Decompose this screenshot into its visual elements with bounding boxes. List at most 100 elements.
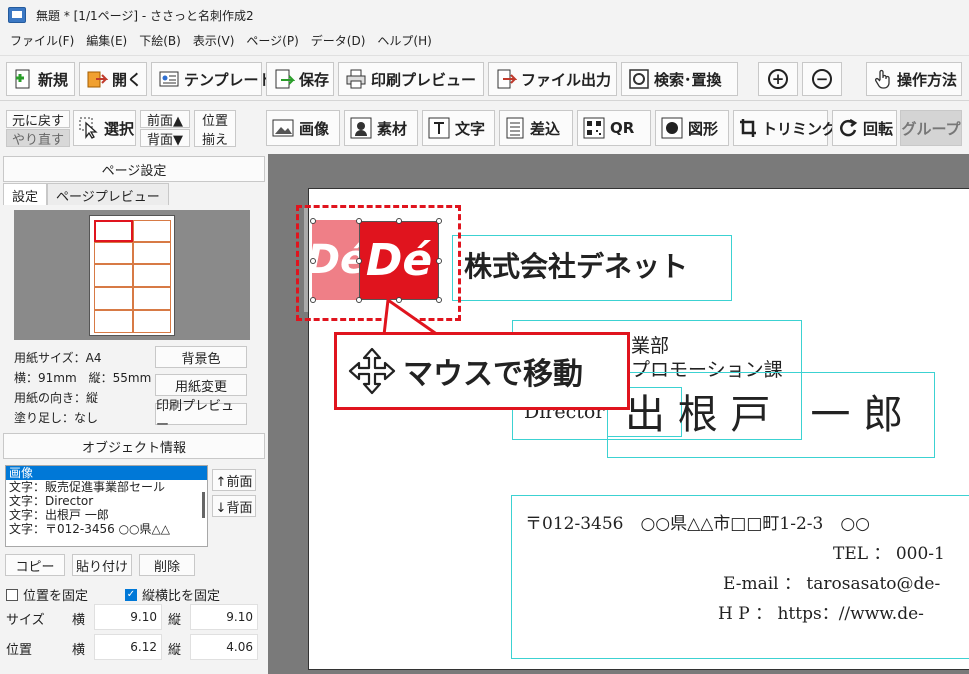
menu-edit[interactable]: 編集(E) bbox=[80, 32, 133, 49]
card-slot[interactable] bbox=[94, 310, 133, 333]
size-height-input[interactable]: 9.10 bbox=[190, 604, 258, 630]
hp-line[interactable]: H P ： https：//www.de- bbox=[718, 599, 924, 624]
card-slot-selected[interactable] bbox=[94, 220, 133, 242]
object-back-button[interactable]: ↓背面 bbox=[212, 495, 256, 517]
hand-pointer-icon bbox=[873, 68, 893, 90]
material-button[interactable]: 素材 bbox=[344, 110, 418, 146]
zoom-in-button[interactable]: + bbox=[758, 62, 798, 96]
send-back-button[interactable]: 背面▼ bbox=[140, 129, 190, 148]
list-item[interactable]: 文字：出根戸 一郎 bbox=[6, 508, 207, 522]
image-icon bbox=[272, 118, 294, 138]
menu-underlay[interactable]: 下絵(B) bbox=[133, 32, 187, 49]
checkbox-checked-icon[interactable]: ✓ bbox=[125, 588, 137, 601]
merge-button[interactable]: 差込 bbox=[499, 110, 573, 146]
rotate-button[interactable]: 回転 bbox=[832, 110, 897, 146]
new-button[interactable]: 新規 bbox=[6, 62, 75, 96]
position-y-input[interactable]: 4.06 bbox=[190, 634, 258, 660]
canvas-area[interactable]: 株式会社デネット 業部 プロモーション課 Director 出 根 戸 一 郎 … bbox=[268, 154, 969, 674]
menu-data[interactable]: データ(D) bbox=[305, 32, 372, 49]
list-scrollbar[interactable] bbox=[202, 492, 205, 518]
file-output-button[interactable]: ファイル出力 bbox=[488, 62, 617, 96]
tab-page-preview[interactable]: ページプレビュー bbox=[47, 183, 169, 205]
position-row: 位置 横 6.12 縦 4.06 bbox=[0, 634, 265, 660]
material-icon bbox=[350, 117, 372, 139]
address-line[interactable]: 〒012-3456 ○○県△△市□□町1-2-3 ○○ bbox=[525, 509, 870, 534]
paper-change-button[interactable]: 用紙変更 bbox=[155, 374, 247, 396]
shape-button[interactable]: 図形 bbox=[655, 110, 729, 146]
position-x-input[interactable]: 6.12 bbox=[94, 634, 162, 660]
save-icon bbox=[273, 68, 295, 90]
size-row: サイズ 横 9.10 縦 9.10 bbox=[0, 604, 265, 630]
qr-button[interactable]: QR bbox=[577, 110, 651, 146]
card-slot[interactable] bbox=[133, 287, 171, 310]
size-label: サイズ bbox=[6, 613, 45, 628]
menu-bar: ファイル(F) 編集(E) 下絵(B) 表示(V) ページ(P) データ(D) … bbox=[0, 30, 969, 50]
list-item[interactable]: 文字：販売促進事業部セール bbox=[6, 480, 207, 494]
company-name[interactable]: 株式会社デネット bbox=[464, 245, 688, 285]
panel-print-preview-button[interactable]: 印刷プレビュー bbox=[155, 399, 247, 433]
callout-text: マウスで移動 bbox=[403, 357, 583, 392]
card-slot[interactable] bbox=[94, 242, 133, 264]
email-line[interactable]: E-mail ： tarosasato@de- bbox=[723, 569, 940, 594]
group-button[interactable]: グループ bbox=[900, 110, 962, 146]
menu-help[interactable]: ヘルプ(H) bbox=[371, 32, 437, 49]
search-replace-button[interactable]: 検索･置換 bbox=[621, 62, 738, 96]
rotate-icon bbox=[838, 118, 858, 138]
copy-button[interactable]: コピー bbox=[5, 554, 65, 576]
new-file-icon bbox=[13, 68, 34, 90]
object-list[interactable]: 画像 文字：販売促進事業部セール 文字：Director 文字：出根戸 一郎 文… bbox=[5, 465, 208, 547]
text-tool-icon bbox=[428, 117, 450, 139]
app-icon bbox=[8, 7, 26, 23]
menu-view[interactable]: 表示(V) bbox=[187, 32, 241, 49]
template-button[interactable]: テンプレート bbox=[151, 62, 274, 96]
qr-code-icon bbox=[583, 117, 605, 139]
menu-file[interactable]: ファイル(F) bbox=[4, 32, 80, 49]
redo-button[interactable]: やり直す bbox=[6, 129, 70, 148]
page-thumbnail-area bbox=[14, 210, 250, 340]
size-width-input[interactable]: 9.10 bbox=[94, 604, 162, 630]
zoom-out-button[interactable]: − bbox=[802, 62, 842, 96]
image-button[interactable]: 画像 bbox=[266, 110, 340, 146]
checkbox-box[interactable] bbox=[6, 588, 18, 601]
main-toolbar: 新規 開く テンプレート 保存 印刷プレビュー ファイル出力 検索･置換 + −… bbox=[0, 55, 969, 101]
select-button[interactable]: 選択 bbox=[73, 110, 136, 146]
text-button[interactable]: 文字 bbox=[422, 110, 495, 146]
height-label: 縦 bbox=[168, 613, 182, 628]
open-button[interactable]: 開く bbox=[79, 62, 147, 96]
list-item[interactable]: 文字：Director bbox=[6, 494, 207, 508]
paper-size-label: 用紙サイズ：A4 bbox=[14, 351, 102, 365]
menu-page[interactable]: ページ(P) bbox=[240, 32, 304, 49]
tab-settings[interactable]: 設定 bbox=[3, 183, 48, 205]
print-preview-button[interactable]: 印刷プレビュー bbox=[338, 62, 484, 96]
card-slot[interactable] bbox=[133, 310, 171, 333]
paste-button[interactable]: 貼り付け bbox=[72, 554, 132, 576]
card-slot[interactable] bbox=[94, 264, 133, 287]
fix-aspect-checkbox[interactable]: ✓ 縦横比を固定 bbox=[125, 585, 220, 604]
delete-button[interactable]: 削除 bbox=[139, 554, 195, 576]
department-line-1[interactable]: 業部 bbox=[631, 331, 669, 358]
save-button[interactable]: 保存 bbox=[266, 62, 334, 96]
align-button[interactable]: 位置 揃え bbox=[194, 110, 236, 148]
paper-thumbnail[interactable] bbox=[89, 215, 175, 336]
card-slot[interactable] bbox=[133, 264, 171, 287]
title-bar: 無題 * [1/1ページ] - ささっと名刺作成2 bbox=[0, 0, 969, 30]
card-slot[interactable] bbox=[133, 220, 171, 242]
bring-front-button[interactable]: 前面▲ bbox=[140, 110, 190, 129]
undo-button[interactable]: 元に戻す bbox=[6, 110, 70, 129]
left-panel: ページ設定 設定 ページプレビュー 用紙サイズ：A4 横：91mm 縦：55mm… bbox=[0, 154, 268, 674]
help-button[interactable]: 操作方法 bbox=[866, 62, 962, 96]
card-slot[interactable] bbox=[133, 242, 171, 264]
person-name[interactable]: 出 根 戸 一 郎 bbox=[625, 382, 903, 440]
bleed-label: 塗り足し：なし bbox=[14, 411, 99, 425]
background-color-button[interactable]: 背景色 bbox=[155, 346, 247, 368]
printer-icon bbox=[345, 68, 367, 90]
list-item[interactable]: 文字：〒012-3456 ○○県△△ bbox=[6, 522, 207, 536]
trimming-button[interactable]: トリミング bbox=[733, 110, 837, 146]
shape-icon bbox=[661, 117, 683, 139]
tel-line[interactable]: TEL ： 000-1 bbox=[833, 539, 945, 564]
list-item[interactable]: 画像 bbox=[6, 466, 207, 480]
object-front-button[interactable]: ↑前面 bbox=[212, 469, 256, 491]
fix-position-checkbox[interactable]: 位置を固定 bbox=[6, 585, 88, 604]
card-slot[interactable] bbox=[94, 287, 133, 310]
x-label: 横 bbox=[72, 643, 86, 658]
